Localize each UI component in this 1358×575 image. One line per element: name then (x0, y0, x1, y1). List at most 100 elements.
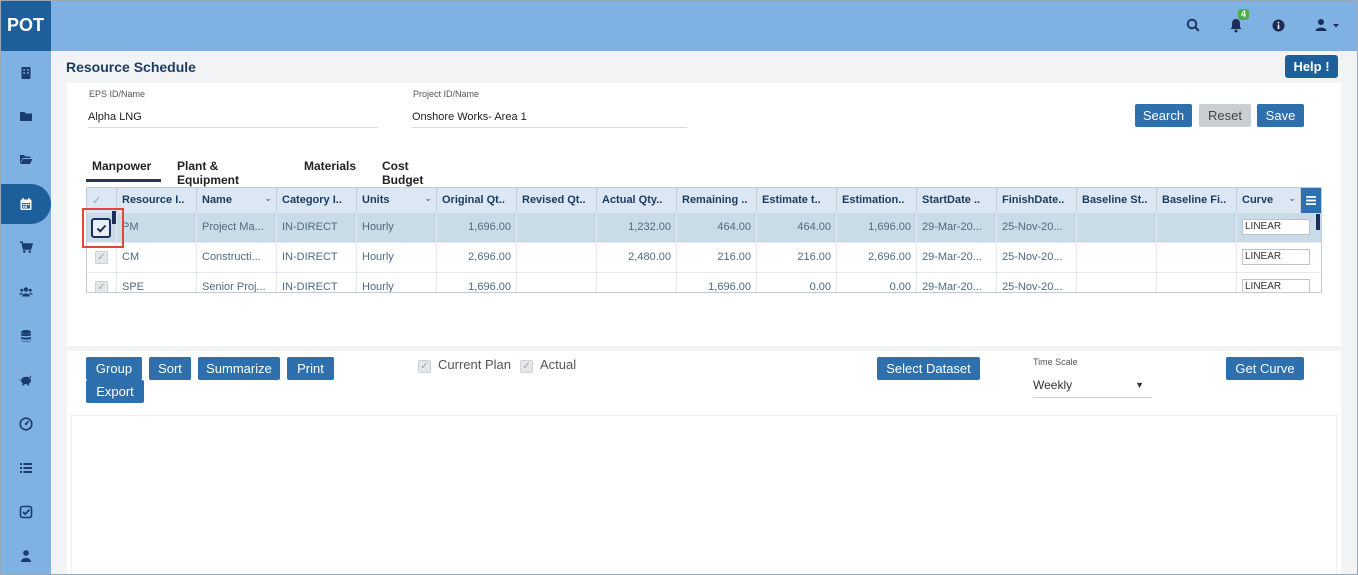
dashboard-icon[interactable] (0, 406, 51, 442)
person-icon[interactable] (0, 538, 51, 574)
cell-original-qty: 1,696.00 (437, 273, 517, 292)
cell-remaining: 216.00 (677, 243, 757, 273)
row-indicator (112, 211, 116, 224)
actual-label: Actual (540, 357, 577, 372)
cell-units: Hourly (357, 243, 437, 273)
tab-manpower[interactable]: Manpower (86, 157, 161, 182)
column-estimation[interactable]: Estimation.. (837, 188, 917, 213)
cell-resource-id: CM (117, 243, 197, 273)
cell-name: Project Ma... (197, 213, 277, 243)
project-label: Project ID/Name (413, 89, 480, 99)
get-curve-button[interactable]: Get Curve (1226, 357, 1304, 380)
actual-checkbox[interactable]: ✓ (520, 360, 533, 373)
row-select-cell[interactable]: ✓ (87, 273, 117, 292)
cell-category: IN-DIRECT (277, 243, 357, 273)
print-button[interactable]: Print (287, 357, 334, 380)
column-revised-qty[interactable]: Revised Qt.. (517, 188, 597, 213)
cell-finish-date: 25-Nov-20... (997, 213, 1077, 243)
cell-name: Constructi... (197, 243, 277, 273)
select-dataset-button[interactable]: Select Dataset (877, 357, 980, 380)
column-menu-icon[interactable] (1301, 188, 1321, 213)
checklist-icon[interactable] (0, 494, 51, 530)
building-icon[interactable] (0, 55, 51, 91)
users-icon[interactable] (0, 274, 51, 310)
cell-start-date: 29-Mar-20... (917, 213, 997, 243)
cell-revised-qty (517, 273, 597, 292)
curve-input[interactable]: LINEAR (1242, 219, 1310, 235)
time-scale-select[interactable]: Weekly ▼ (1033, 375, 1152, 398)
summarize-button[interactable]: Summarize (198, 357, 280, 380)
curve-input[interactable]: LINEAR (1242, 279, 1310, 292)
project-field[interactable]: Onshore Works- Area 1 (412, 108, 687, 128)
cell-category: IN-DIRECT (277, 213, 357, 243)
column-original-qty[interactable]: Original Qt.. (437, 188, 517, 213)
row-checkbox-checked[interactable] (91, 218, 111, 238)
table-row[interactable]: PM Project Ma... IN-DIRECT Hourly 1,696.… (87, 213, 1321, 243)
search-icon[interactable] (1184, 16, 1202, 34)
notification-badge: 4 (1238, 9, 1250, 20)
help-button[interactable]: Help ! (1285, 55, 1338, 78)
curve-chart-area (71, 415, 1337, 575)
column-units[interactable]: Units ⌄ (357, 188, 437, 213)
cell-start-date: 29-Mar-20... (917, 243, 997, 273)
column-resource-id[interactable]: Resource I.. (117, 188, 197, 213)
cell-units: Hourly (357, 213, 437, 243)
cell-baseline-finish (1157, 273, 1237, 292)
eps-label: EPS ID/Name (89, 89, 146, 99)
current-plan-label: Current Plan (438, 357, 511, 372)
cell-original-qty: 1,696.00 (437, 213, 517, 243)
search-button[interactable]: Search (1135, 104, 1192, 127)
table-row[interactable]: ✓ CM Constructi... IN-DIRECT Hourly 2,69… (87, 243, 1321, 273)
folder-open-icon[interactable] (0, 141, 51, 177)
current-plan-checkbox[interactable]: ✓ (418, 360, 431, 373)
cell-remaining: 464.00 (677, 213, 757, 243)
tab-cost-budget[interactable]: Cost Budget (382, 157, 423, 187)
cell-baseline-finish (1157, 243, 1237, 273)
column-name[interactable]: Name ⌄ (197, 188, 277, 213)
sort-button[interactable]: Sort (149, 357, 191, 380)
info-icon[interactable] (1269, 16, 1287, 34)
column-baseline-finish[interactable]: Baseline Fi.. (1157, 188, 1237, 213)
save-button[interactable]: Save (1257, 104, 1304, 127)
app-logo[interactable]: POT (0, 0, 51, 51)
column-baseline-start[interactable]: Baseline St.. (1077, 188, 1157, 213)
column-actual-qty[interactable]: Actual Qty.. (597, 188, 677, 213)
database-icon[interactable] (0, 318, 51, 354)
cart-icon[interactable] (0, 229, 51, 265)
cell-revised-qty (517, 243, 597, 273)
cell-finish-date: 25-Nov-20... (997, 243, 1077, 273)
time-scale-value: Weekly (1033, 378, 1073, 392)
tab-materials[interactable]: Materials (304, 157, 356, 182)
column-start-date[interactable]: StartDate .. (917, 188, 997, 213)
piggy-bank-icon[interactable] (0, 362, 51, 398)
row-checkbox[interactable]: ✓ (95, 251, 108, 264)
cell-baseline-start (1077, 243, 1157, 273)
group-button[interactable]: Group (86, 357, 142, 380)
page-title: Resource Schedule (66, 59, 196, 75)
time-scale-label: Time Scale (1033, 357, 1078, 367)
tab-plant-equipment[interactable]: Plant & Equipment (177, 157, 239, 187)
grid-scrollbar[interactable] (1316, 214, 1320, 230)
curve-input[interactable]: LINEAR (1242, 249, 1310, 265)
reset-button[interactable]: Reset (1199, 104, 1251, 127)
list-icon[interactable] (0, 450, 51, 486)
export-button[interactable]: Export (86, 380, 144, 403)
column-category[interactable]: Category I.. (277, 188, 357, 213)
resource-grid: ✓ Resource I.. Name ⌄ Category I.. Units ⌄… (86, 187, 1322, 293)
grid-header: ✓ Resource I.. Name ⌄ Category I.. Units ⌄… (87, 188, 1321, 213)
row-checkbox[interactable]: ✓ (95, 281, 108, 292)
column-finish-date[interactable]: FinishDate.. (997, 188, 1077, 213)
eps-field[interactable]: Alpha LNG (88, 108, 378, 128)
calendar-icon[interactable] (0, 184, 51, 224)
cell-actual-qty: 2,480.00 (597, 243, 677, 273)
column-curve[interactable]: Curve ⌄ (1237, 188, 1301, 213)
table-row[interactable]: ✓ SPE Senior Proj... IN-DIRECT Hourly 1,… (87, 273, 1321, 292)
user-menu-icon[interactable] (1311, 16, 1345, 34)
column-estimate-to[interactable]: Estimate t.. (757, 188, 837, 213)
folder-icon[interactable] (0, 98, 51, 134)
cell-start-date: 29-Mar-20... (917, 273, 997, 292)
column-remaining[interactable]: Remaining .. (677, 188, 757, 213)
cell-category: IN-DIRECT (277, 273, 357, 292)
top-bar (0, 0, 1358, 51)
cell-actual-qty (597, 273, 677, 292)
